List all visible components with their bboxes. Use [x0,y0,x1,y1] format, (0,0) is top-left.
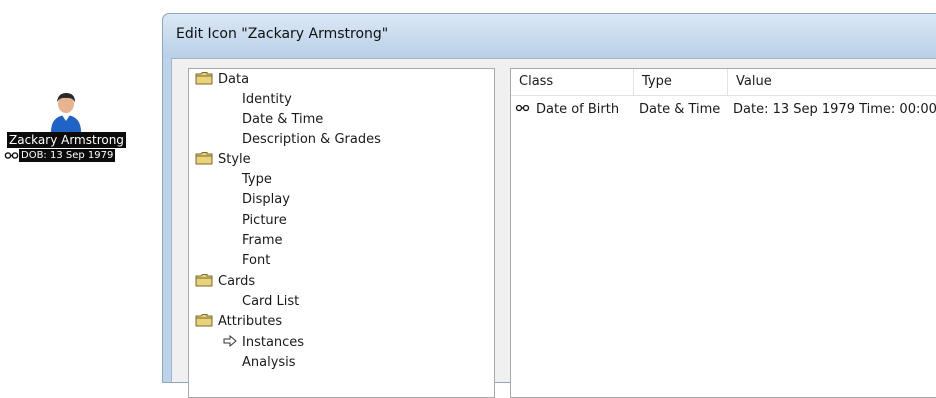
key-attribute-icon [4,152,19,159]
column-header-class[interactable]: Class [511,69,634,95]
list-header: Class Type Value [511,69,936,96]
tree-item-identity[interactable]: Identity [242,90,292,110]
instances-list: Class Type Value Date of Birth Date & Ti… [510,68,936,398]
tree-item-display[interactable]: Display [242,190,290,210]
node-attribute: DOB: 13 Sep 1979 [4,149,116,162]
category-tree: Data Identity Date & Time Description & … [188,68,495,398]
cell-type: Date & Time [639,102,721,117]
dialog-title-bar[interactable]: Edit Icon "Zackary Armstrong" [163,14,936,58]
folder-icon [195,274,213,287]
tree-folder-data[interactable]: Data [195,70,249,90]
cell-class: Date of Birth [515,99,619,121]
tree-item-date-time[interactable]: Date & Time [242,110,323,130]
edit-icon-dialog: Edit Icon "Zackary Armstrong" Data Ident… [162,13,936,398]
tree-item-type[interactable]: Type [242,170,272,190]
column-header-value[interactable]: Value [728,69,936,95]
cell-class-text: Date of Birth [536,102,620,117]
arrow-right-icon [223,335,237,347]
table-row[interactable]: Date of Birth Date & Time Date: 13 Sep 1… [511,99,936,121]
tree-item-font[interactable]: Font [242,251,270,271]
cell-value: Date: 13 Sep 1979 Time: 00:00:0 [733,102,936,117]
tree-folder-label: Attributes [218,314,283,329]
tree-item-description-grades[interactable]: Description & Grades [242,130,381,150]
person-icon [51,93,81,132]
tree-item-analysis[interactable]: Analysis [242,353,296,373]
tree-folder-style[interactable]: Style [195,150,251,170]
tree-folder-attributes[interactable]: Attributes [195,312,282,332]
column-header-type[interactable]: Type [634,69,728,95]
tree-item-picture[interactable]: Picture [242,211,287,231]
tree-folder-label: Style [218,152,251,167]
folder-icon [195,72,213,85]
tree-item-card-list[interactable]: Card List [242,292,299,312]
tree-folder-cards[interactable]: Cards [195,272,255,292]
folder-icon [195,314,213,327]
node-name-label: Zackary Armstrong [7,132,126,148]
tree-folder-label: Cards [218,274,256,289]
dialog-client-area: Data Identity Date & Time Description & … [171,58,936,398]
tree-item-label: Instances [242,335,305,350]
dialog-title: Edit Icon "Zackary Armstrong" [176,26,389,42]
tree-item-frame[interactable]: Frame [242,231,283,251]
tree-item-instances[interactable]: Instances [223,333,304,353]
tree-folder-label: Data [218,72,250,87]
node-attribute-label: DOB: 13 Sep 1979 [19,149,116,162]
folder-icon [195,152,213,165]
key-attribute-icon [515,104,530,112]
